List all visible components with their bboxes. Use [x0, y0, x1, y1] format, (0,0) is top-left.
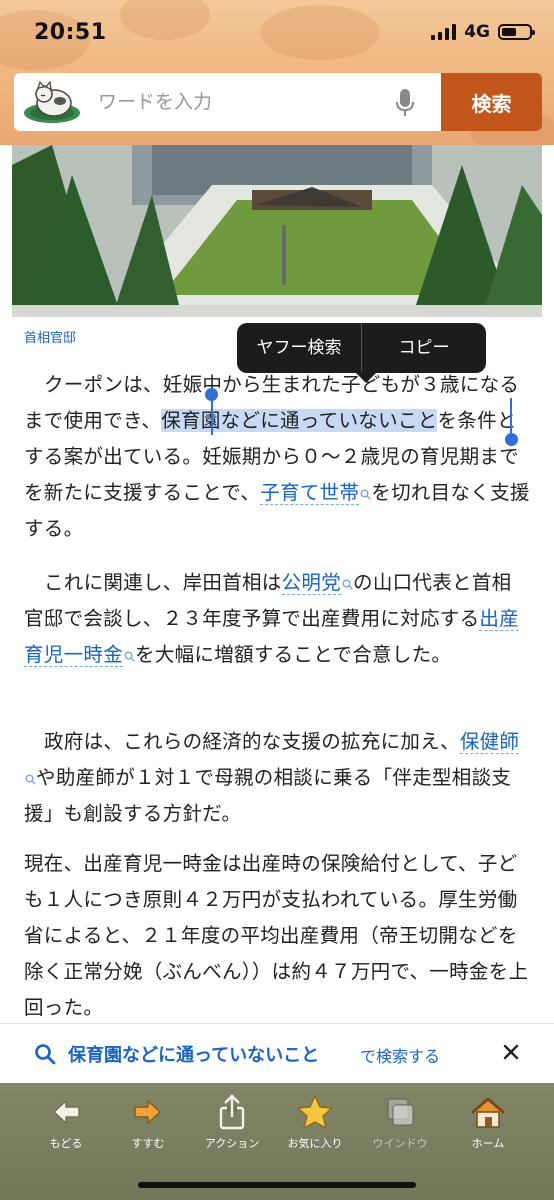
photo-caption: 首相官邸 [24, 331, 77, 346]
selection-start-knob[interactable] [205, 388, 218, 401]
battery-icon [498, 24, 535, 40]
suggestion-suffix[interactable]: で検索する [360, 1043, 440, 1067]
article-paragraph: クーポンは、妊娠中から生まれた子どもが３歳になるまで使用でき、保育園などに通って… [24, 367, 530, 547]
yahoo-search-menu-item[interactable]: ヤフー検索 [237, 323, 361, 373]
copy-menu-item[interactable]: コピー [362, 323, 486, 373]
header-decoration [120, 0, 210, 40]
keyword-link[interactable]: 保健師 [459, 730, 520, 754]
search-suggestion-bar[interactable]: 保育園などに通っていないこと で検索する [0, 1023, 554, 1083]
selection-start-handle[interactable] [211, 395, 213, 435]
favorites-button[interactable]: お気に入り [275, 1093, 355, 1155]
home-icon [471, 1097, 505, 1128]
keyword-search-icon [124, 651, 135, 662]
paragraph-text: や助産師が１対１で母親の相談に乗る「伴走型相談支援」も創設する方針だ。 [24, 766, 512, 825]
paragraph-text: これに関連し、岸田首相は [44, 571, 282, 594]
header-bar: 20:51 4G 検索 [0, 0, 554, 145]
keyword-search-icon [25, 774, 36, 785]
microphone-icon[interactable] [395, 88, 415, 118]
keyword-link[interactable]: 子育て世帯 [260, 481, 360, 505]
home-label: ホーム [471, 1137, 505, 1150]
back-button[interactable]: もどる [26, 1093, 106, 1155]
forward-arrow-icon [134, 1100, 161, 1124]
search-icon [35, 1044, 56, 1065]
favorites-label: お気に入り [287, 1137, 343, 1150]
selected-text[interactable]: 保育園などに通っていないこと [161, 409, 438, 432]
keyword-search-icon [360, 489, 372, 500]
search-button[interactable]: 検索 [441, 73, 542, 131]
close-icon[interactable] [502, 1043, 520, 1061]
article-paragraph: 現在、出産育児一時金は出産時の保険給付として、子ども１人につき原則４２万円が支払… [24, 846, 530, 1026]
paragraph-text: 政府は、これらの経済的な支援の拡充に加え、 [44, 730, 460, 753]
selection-end-knob[interactable] [505, 433, 518, 446]
paragraph-text: 現在、出産育児一時金は出産時の保険給付として、子ども１人につき原則４２万円が支払… [24, 852, 529, 1019]
forward-label: すすむ [131, 1137, 165, 1150]
suggestion-query[interactable]: 保育園などに通っていないこと [68, 1041, 319, 1067]
search-input[interactable] [98, 73, 388, 131]
share-icon [219, 1094, 245, 1130]
windows-label: ウインドウ [372, 1137, 428, 1150]
back-label: もどる [49, 1137, 83, 1150]
back-arrow-icon [53, 1100, 80, 1124]
signal-icon [431, 24, 457, 40]
article-photo [12, 145, 542, 317]
network-label: 4G [464, 22, 490, 42]
header-decoration [260, 5, 380, 60]
text-selection-menu: ヤフー検索 コピー [237, 323, 486, 383]
windows-button[interactable]: ウインドウ [360, 1093, 440, 1155]
forward-button[interactable]: すすむ [108, 1093, 188, 1155]
star-icon [297, 1095, 333, 1129]
article-paragraph: これに関連し、岸田首相は公明党 の山口代表と首相官邸で会談し、２３年度予算で出産費… [24, 565, 530, 673]
home-button[interactable]: ホーム [448, 1093, 528, 1155]
home-indicator [138, 1182, 416, 1188]
keyword-link[interactable]: 公明党 [281, 571, 342, 595]
paragraph-text: を大幅に増額することで合意した。 [135, 643, 452, 666]
mascot-cat-icon[interactable] [22, 79, 88, 125]
search-box [14, 73, 441, 131]
article-paragraph: 政府は、これらの経済的な支援の拡充に加え、保健師や助産師が１対１で母親の相談に乗… [24, 724, 530, 832]
action-label: アクション [204, 1137, 260, 1150]
status-time: 20:51 [34, 20, 107, 45]
garden-photo-illustration [12, 145, 542, 317]
status-indicators: 4G [431, 22, 535, 42]
windows-icon [387, 1098, 414, 1126]
selection-end-handle[interactable] [510, 398, 512, 438]
keyword-search-icon [342, 579, 353, 590]
action-button[interactable]: アクション [192, 1093, 272, 1155]
